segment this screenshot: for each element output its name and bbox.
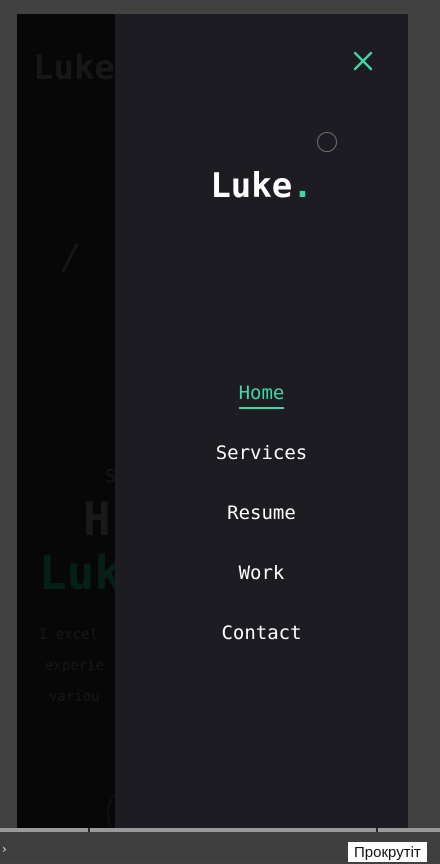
menu-logo-text: Luke — [210, 166, 293, 206]
cursor-circle — [317, 132, 337, 152]
nav-link-resume[interactable]: Resume — [227, 502, 296, 527]
nav-item-home: Home — [115, 382, 408, 442]
menu-nav: Home Services Resume Work Contact — [115, 382, 408, 682]
nav-item-contact: Contact — [115, 622, 408, 682]
nav-link-home[interactable]: Home — [238, 382, 285, 409]
corner-arrow-icon: › — [2, 842, 7, 856]
nav-link-work[interactable]: Work — [239, 562, 285, 587]
nav-item-services: Services — [115, 442, 408, 502]
menu-logo-dot: . — [292, 166, 313, 206]
menu-logo[interactable]: Luke. — [115, 166, 408, 206]
nav-link-services[interactable]: Services — [216, 442, 308, 467]
scroll-tooltip: Прокрутіт — [348, 842, 427, 862]
side-menu: Luke. Home Services Resume Work Contact — [115, 14, 408, 832]
close-button[interactable] — [352, 50, 374, 72]
nav-item-resume: Resume — [115, 502, 408, 562]
close-icon — [353, 51, 373, 71]
nav-link-contact[interactable]: Contact — [221, 622, 301, 647]
nav-item-work: Work — [115, 562, 408, 622]
site-viewport: Luke / S H Luk I excel experie variou Lu… — [17, 14, 408, 832]
